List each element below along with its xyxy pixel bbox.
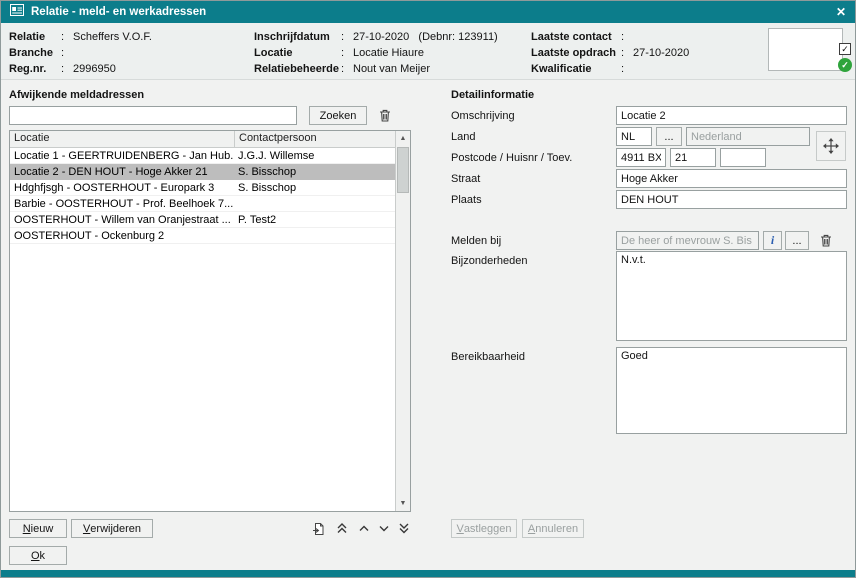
land-browse-button[interactable]: ...	[656, 127, 682, 146]
nieuw-button[interactable]: Nieuw	[9, 519, 67, 538]
photo-placeholder	[768, 28, 843, 71]
meldadressen-table: Locatie Contactpersoon Locatie 1 - GEERT…	[9, 130, 411, 512]
omschrijving-label: Omschrijving	[451, 110, 515, 122]
row-contactpersoon: P. Test2	[234, 214, 395, 226]
row-locatie: Hdghfjsgh - OOSTERHOUT - Europark 3	[10, 182, 234, 194]
verwijderen-button[interactable]: Verwijderen	[71, 519, 153, 538]
table-row-selected[interactable]: Locatie 2 - DEN HOUT - Hoge Akker 21S. B…	[10, 164, 395, 180]
kwalificatie-label: Kwalificatie	[531, 63, 621, 75]
header-column-1: Relatie:Scheffers V.O.F. Branche: Reg.nr…	[9, 29, 152, 77]
melden-bij-label: Melden bij	[451, 235, 501, 247]
laatste-opdracht-label: Laatste opdrach	[531, 47, 621, 59]
move-up-icon[interactable]	[355, 519, 373, 538]
scrollbar-thumb[interactable]	[397, 147, 409, 193]
relatie-value: Scheffers V.O.F.	[73, 31, 152, 43]
row-locatie: Barbie - OOSTERHOUT - Prof. Beelhoek 7..…	[10, 198, 234, 210]
melden-bij-readonly	[616, 231, 759, 250]
regnr-value: 2996950	[73, 63, 116, 75]
table-row[interactable]: OOSTERHOUT - Ockenburg 2	[10, 228, 395, 244]
locatie-value: Locatie Hiaure	[353, 47, 424, 59]
straat-input[interactable]	[616, 169, 847, 188]
row-contactpersoon: S. Bisschop	[234, 166, 395, 178]
ok-button[interactable]: Ok	[9, 546, 67, 565]
clear-search-trash-icon[interactable]	[373, 106, 397, 125]
status-ok-icon: ✓	[838, 58, 852, 72]
header-column-3: Laatste contact: Laatste opdrach:27-10-2…	[531, 29, 689, 77]
header-checkbox[interactable]: ✓	[839, 43, 851, 55]
header-column-2: Inschrijfdatum:27-10-2020 (Debnr: 123911…	[254, 29, 498, 77]
melden-bij-browse-button[interactable]: ...	[785, 231, 809, 250]
titlebar: Relatie - meld- en werkadressen ✕	[1, 1, 855, 23]
move-top-icon[interactable]	[333, 519, 351, 538]
move-bottom-icon[interactable]	[395, 519, 413, 538]
meldadressen-section-title: Afwijkende meldadressen	[9, 89, 144, 101]
table-row[interactable]: Locatie 1 - GEERTRUIDENBERG - Jan Hub...…	[10, 148, 395, 164]
row-locatie: OOSTERHOUT - Ockenburg 2	[10, 230, 234, 242]
inschrijfdatum-label: Inschrijfdatum	[254, 31, 341, 43]
regnr-label: Reg.nr.	[9, 63, 61, 75]
relatiebeheerder-value: Nout van Meijer	[353, 63, 430, 75]
land-name-readonly	[686, 127, 810, 146]
column-header-locatie[interactable]: Locatie	[10, 131, 234, 147]
table-header: Locatie Contactpersoon	[10, 131, 395, 148]
branche-label: Branche	[9, 47, 61, 59]
postcode-input[interactable]	[616, 148, 666, 167]
postcode-label: Postcode / Huisnr / Toev.	[451, 152, 572, 164]
bereikbaarheid-label: Bereikbaarheid	[451, 351, 525, 363]
row-locatie: OOSTERHOUT - Willem van Oranjestraat ...	[10, 214, 234, 226]
laatste-opdracht-value: 27-10-2020	[633, 47, 689, 59]
land-label: Land	[451, 131, 475, 143]
row-locatie: Locatie 1 - GEERTRUIDENBERG - Jan Hub...	[10, 150, 234, 162]
relatie-label: Relatie	[9, 31, 61, 43]
relatiebeheerder-label: Relatiebeheerde	[254, 63, 341, 75]
vertical-scrollbar: ▲ ▼	[395, 131, 410, 511]
contact-info-button[interactable]: i	[763, 231, 782, 250]
toevoeging-input[interactable]	[720, 148, 766, 167]
huisnummer-input[interactable]	[670, 148, 716, 167]
goto-record-icon[interactable]	[307, 519, 329, 538]
table-row[interactable]: OOSTERHOUT - Willem van Oranjestraat ...…	[10, 212, 395, 228]
annuleren-button[interactable]: Annuleren	[522, 519, 584, 538]
window-title: Relatie - meld- en werkadressen	[31, 6, 206, 18]
inschrijfdatum-value: 27-10-2020 (Debnr: 123911)	[353, 31, 498, 43]
relation-addresses-dialog: Relatie - meld- en werkadressen ✕ Relati…	[0, 0, 856, 578]
bereikbaarheid-textarea[interactable]: Goed	[616, 347, 847, 434]
zoeken-button[interactable]: Zoeken	[309, 106, 367, 125]
row-locatie: Locatie 2 - DEN HOUT - Hoge Akker 21	[10, 166, 234, 178]
window-bottom-accent	[1, 570, 855, 577]
bijzonderheden-textarea[interactable]: N.v.t.	[616, 251, 847, 341]
row-contactpersoon: S. Bisschop	[234, 182, 395, 194]
column-header-contactpersoon[interactable]: Contactpersoon	[234, 131, 395, 147]
plaats-label: Plaats	[451, 194, 482, 206]
omschrijving-input[interactable]	[616, 106, 847, 125]
table-row[interactable]: Barbie - OOSTERHOUT - Prof. Beelhoek 7..…	[10, 196, 395, 212]
relation-header: Relatie:Scheffers V.O.F. Branche: Reg.nr…	[1, 23, 855, 80]
bijzonderheden-label: Bijzonderheden	[451, 255, 527, 267]
locatie-label: Locatie	[254, 47, 341, 59]
row-contactpersoon: J.G.J. Willemse	[234, 150, 395, 162]
move-address-icon[interactable]	[816, 131, 846, 161]
move-down-icon[interactable]	[375, 519, 393, 538]
vastleggen-button[interactable]: Vastleggen	[451, 519, 517, 538]
melden-bij-trash-icon[interactable]	[812, 231, 840, 250]
scroll-up-icon[interactable]: ▲	[396, 131, 410, 146]
table-body: Locatie 1 - GEERTRUIDENBERG - Jan Hub...…	[10, 148, 395, 511]
land-code-input[interactable]	[616, 127, 652, 146]
laatste-contact-label: Laatste contact	[531, 31, 621, 43]
plaats-input[interactable]	[616, 190, 847, 209]
close-icon[interactable]: ✕	[836, 6, 846, 18]
detail-section-title: Detailinformatie	[451, 89, 534, 101]
search-input[interactable]	[9, 106, 297, 125]
table-row[interactable]: Hdghfjsgh - OOSTERHOUT - Europark 3S. Bi…	[10, 180, 395, 196]
address-card-icon	[10, 3, 24, 21]
straat-label: Straat	[451, 173, 480, 185]
scroll-down-icon[interactable]: ▼	[396, 496, 410, 511]
